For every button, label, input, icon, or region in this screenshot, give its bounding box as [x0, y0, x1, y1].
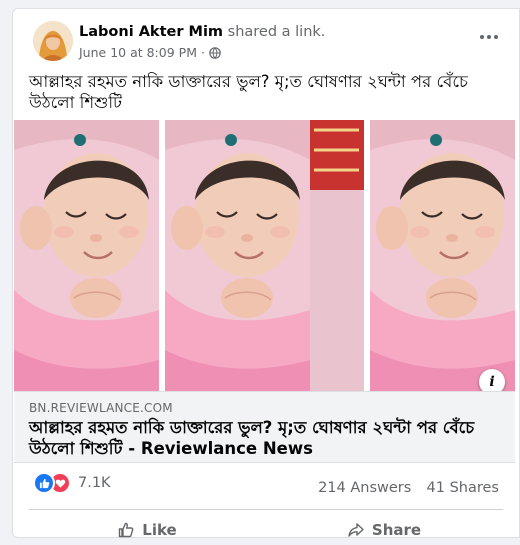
- post-header-line: Laboni Akter Mim shared a link.: [79, 24, 325, 40]
- like-button[interactable]: Like: [29, 515, 266, 545]
- engagement-counts: 214 Answers 41 Shares: [318, 480, 499, 496]
- link-title: আল্লাহর রহমত নাকি ডাক্তারের ভুল? মৃ;ত ঘো…: [29, 417, 499, 459]
- reactions-summary[interactable]: 7.1K: [33, 472, 111, 494]
- share-label: Share: [371, 521, 422, 539]
- reaction-count: 7.1K: [78, 475, 111, 491]
- baby-photo: [14, 120, 515, 391]
- link-title-separator: -: [122, 439, 141, 458]
- link-preview-meta[interactable]: BN.REVIEWLANCE.COM আল্লাহর রহমত নাকি ডাক…: [14, 391, 515, 463]
- post-card: Laboni Akter Mim shared a link. June 10 …: [12, 8, 520, 539]
- like-label: Like: [142, 521, 177, 539]
- thumbs-up-icon: [118, 522, 134, 538]
- shares-count[interactable]: 41 Shares: [427, 480, 499, 496]
- more-options-icon[interactable]: [477, 29, 501, 45]
- divider: [29, 509, 503, 510]
- post-meta: June 10 at 8:09 PM ·: [79, 45, 221, 60]
- avatar[interactable]: [33, 21, 73, 61]
- share-button[interactable]: Share: [266, 515, 503, 545]
- globe-icon[interactable]: [209, 46, 221, 59]
- author-action: shared a link.: [227, 24, 326, 40]
- share-icon: [348, 522, 364, 538]
- answers-count[interactable]: 214 Answers: [318, 480, 411, 496]
- avatar-image: [33, 21, 73, 61]
- post-timestamp[interactable]: June 10 at 8:09 PM: [79, 45, 197, 60]
- link-domain: BN.REVIEWLANCE.COM: [29, 401, 173, 415]
- author-name[interactable]: Laboni Akter Mim: [79, 24, 223, 40]
- like-reaction-icon: [33, 472, 55, 494]
- link-source: Reviewlance News: [140, 439, 313, 458]
- link-preview-image[interactable]: [14, 120, 515, 391]
- meta-separator: ·: [200, 45, 205, 60]
- action-bar: Like Share: [29, 515, 503, 545]
- post-caption: আল্লাহর রহমত নাকি ডাক্তারের ভুল? মৃ;ত ঘো…: [29, 72, 468, 112]
